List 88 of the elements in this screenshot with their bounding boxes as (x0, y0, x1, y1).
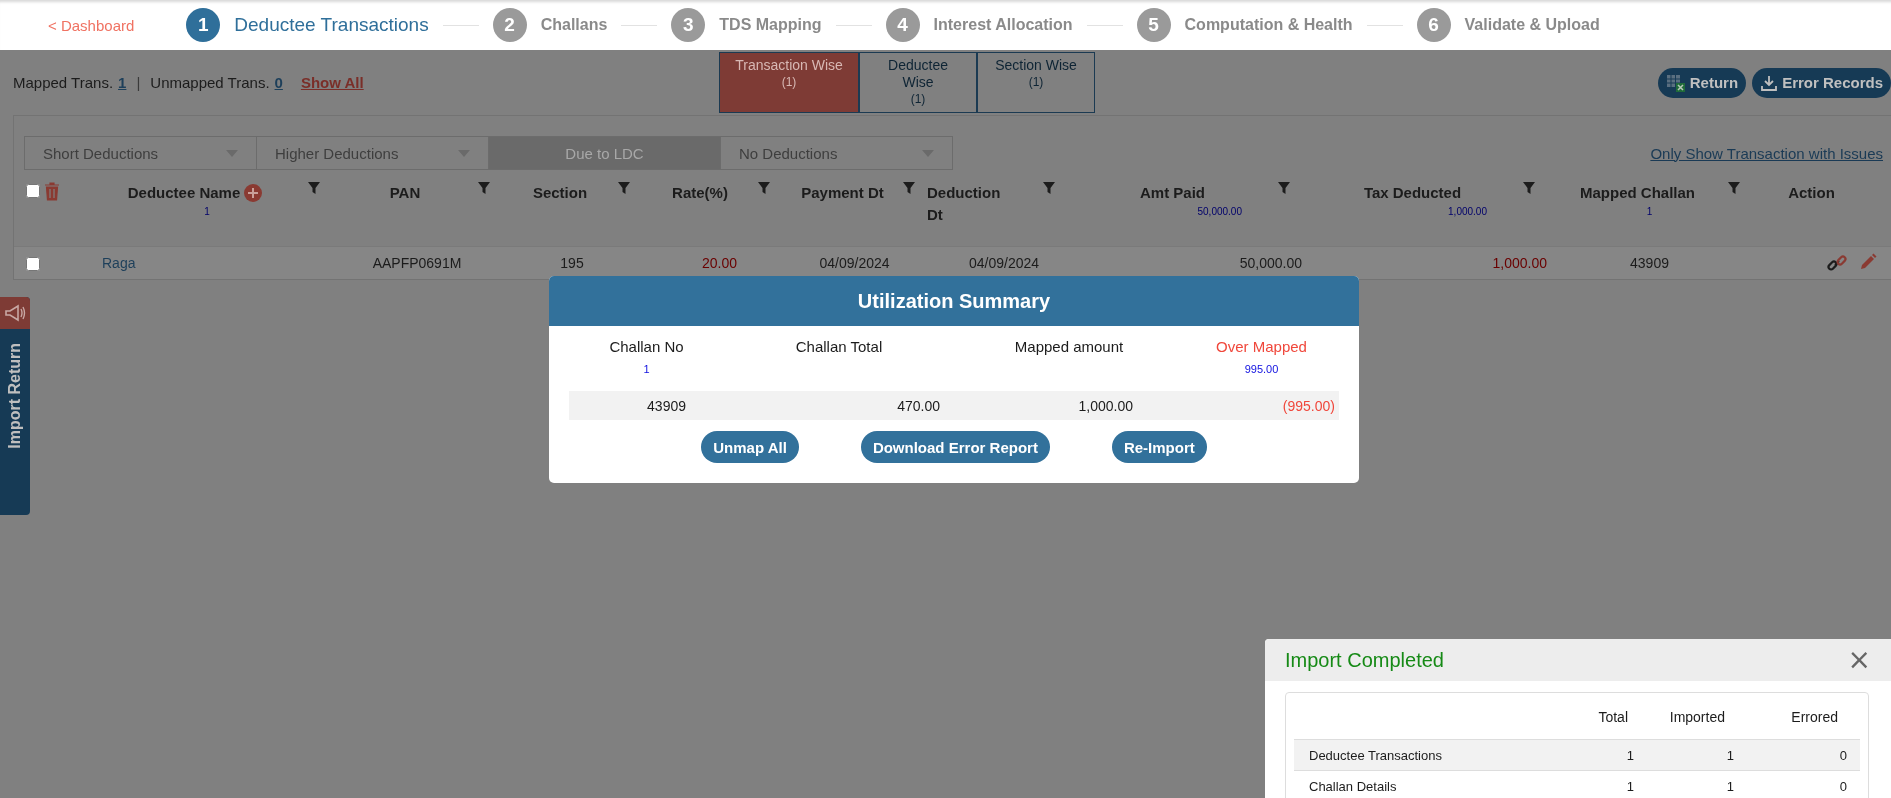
mapped-count-link[interactable]: 1 (118, 74, 127, 91)
column-header: PAN (389, 183, 421, 203)
step-tab[interactable]: 4 Interest Allocation (885, 8, 1073, 42)
column-header: Rate(%) (672, 183, 728, 203)
column-subtotal: 995.00 (1244, 363, 1279, 375)
issues-filter-link[interactable]: Only Show Transaction with Issues (1650, 144, 1883, 162)
column-subtotal: 50,000.00 (1196, 206, 1243, 217)
table-cell-text: 0 (1838, 778, 1848, 794)
filter-dropdown[interactable]: Higher Deductions (256, 136, 489, 170)
filter-dropdown[interactable]: No Deductions (720, 136, 953, 170)
table-cell: AAPFP0691M (372, 255, 462, 271)
filter-icon[interactable] (758, 182, 770, 194)
step-tab[interactable]: 2 Challans (492, 8, 608, 42)
filter-icon[interactable] (308, 182, 320, 194)
show-all-link[interactable]: Show All (300, 74, 364, 91)
step-tab[interactable]: 3 TDS Mapping (671, 8, 822, 42)
table-cell: (995.00) (1282, 397, 1335, 414)
column-header: Payment Dt (801, 183, 884, 203)
row-checkbox[interactable] (26, 257, 40, 271)
table-cell: 43909 (1630, 255, 1669, 271)
view-tab[interactable]: Deductee Wise (1) (859, 52, 977, 113)
filter-icon[interactable] (1043, 182, 1055, 194)
table-cell-text: Deductee Transactions (1308, 747, 1443, 763)
dialog-button[interactable]: Download Error Report (860, 431, 1050, 463)
column-header: Challan Total (795, 338, 883, 355)
download-icon (1760, 73, 1779, 92)
table-cell-text: Challan Details (1308, 778, 1398, 794)
filter-icon[interactable] (903, 182, 915, 194)
column-header: Mapped amount (1014, 338, 1124, 355)
filter-icon[interactable] (1523, 182, 1535, 194)
filter-icon[interactable] (1728, 182, 1740, 194)
table-cell-text: 1 (1725, 778, 1735, 794)
spreadsheet-icon (1665, 73, 1686, 92)
unmapped-label: Unmapped Trans. (150, 74, 270, 91)
column-header: Tax Deducted (1363, 183, 1462, 203)
dashboard-link[interactable]: < Dashboard (48, 16, 135, 34)
column-header: Section (532, 183, 588, 203)
link-icon[interactable] (1827, 253, 1847, 273)
column-header: Errored (1790, 709, 1839, 725)
dialog-button[interactable]: Re-Import (1111, 431, 1207, 463)
panel-title: Import Completed (1285, 648, 1444, 672)
column-header: Action (1788, 183, 1835, 203)
deductee-name-link[interactable]: Raga (82, 255, 136, 271)
close-button[interactable]: × (1847, 646, 1871, 674)
error-records-button[interactable]: Error Records (1752, 67, 1891, 98)
table-cell: 1,000.00 (1078, 397, 1133, 414)
table-cell: 470.00 (897, 397, 940, 414)
table-cell: 1,000.00 (1492, 255, 1547, 271)
column-header: Deductee Name (127, 183, 241, 203)
table-cell: 195 (560, 255, 584, 271)
column-header: Over Mapped (1216, 338, 1307, 355)
view-tab[interactable]: Transaction Wise (1) (719, 52, 859, 113)
table-cell-text: 1 (1625, 747, 1634, 763)
table-cell-text: 1 (1625, 778, 1634, 794)
add-icon[interactable] (244, 184, 263, 202)
megaphone-icon (4, 303, 26, 323)
column-subtotal: 1,000.00 (1447, 206, 1488, 217)
step-tab[interactable]: 6 Validate & Upload (1416, 8, 1600, 42)
table-cell: 50,000.00 (1239, 255, 1302, 271)
table-cell: 04/09/2024 (819, 255, 890, 271)
separator: | (136, 74, 141, 91)
filter-icon[interactable] (478, 182, 490, 194)
filter-icon[interactable] (618, 182, 630, 194)
dialog-title: Utilization Summary (549, 276, 1359, 326)
table-cell-text: 1 (1725, 747, 1735, 763)
return-button[interactable]: Return (1657, 67, 1747, 98)
table-cell-text: 0 (1838, 747, 1848, 763)
view-tab[interactable]: Section Wise (1) (977, 52, 1095, 113)
table-cell-text: 20.00 (701, 255, 738, 271)
column-header: Imported (1668, 709, 1726, 725)
filter-icon[interactable] (1278, 182, 1290, 194)
column-subtotal: 1 (1645, 206, 1654, 217)
mapped-label: Mapped Trans. (13, 74, 114, 91)
column-subtotal: 1 (643, 363, 650, 375)
select-all-checkbox[interactable] (26, 184, 40, 198)
column-header: Amt Paid (1140, 183, 1205, 203)
column-subtotal: 1 (203, 206, 211, 217)
unmapped-count-link[interactable]: 0 (274, 74, 283, 91)
column-header: Mapped Challan (1580, 183, 1695, 203)
dialog-button[interactable]: Unmap All (701, 431, 799, 463)
step-tab[interactable]: 5 Computation & Health (1136, 8, 1353, 42)
table-cell: 43909 (647, 397, 686, 414)
table-cell-text: 04/09/2024 (968, 255, 1040, 271)
column-header: Challan No (609, 338, 684, 355)
column-header: Total (1597, 709, 1629, 725)
import-return-tab[interactable]: Import Return (0, 297, 30, 515)
filter-dropdown[interactable]: Short Deductions (24, 136, 257, 170)
step-tab[interactable]: 1 Deductee Transactions (186, 8, 429, 42)
